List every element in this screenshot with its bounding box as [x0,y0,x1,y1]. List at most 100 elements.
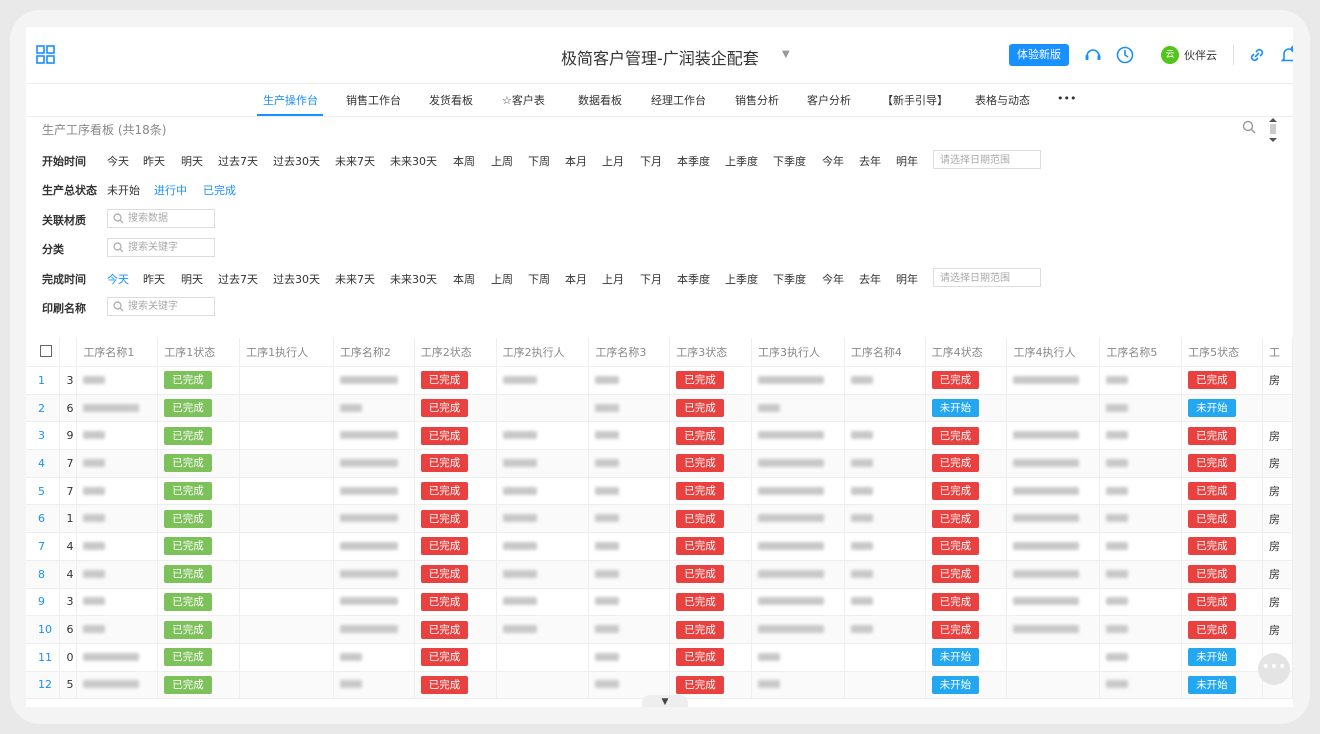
table-row[interactable]: 5 7 已完成 已完成 已完成 已完成 已完成 房 [26,477,1293,506]
finish-opt[interactable]: 今天 [107,271,129,287]
status-cell[interactable]: 已完成 [669,560,753,589]
table-cell[interactable] [496,588,590,617]
start-opt[interactable]: 下季度 [773,153,806,169]
status-cell[interactable]: 已完成 [669,504,753,534]
column-header[interactable]: 工序名称4 [844,338,926,367]
table-cell[interactable] [588,615,671,644]
table-cell[interactable] [333,588,415,617]
table-cell[interactable] [1006,588,1101,617]
finish-date-range-input[interactable]: 请选择日期范围 [933,268,1041,287]
row-number[interactable]: 5 [26,477,61,506]
start-opt[interactable]: 上周 [491,153,513,169]
table-cell[interactable] [76,615,159,644]
column-header[interactable]: 工序3执行人 [751,338,845,367]
column-header[interactable]: 工序4执行人 [1006,338,1101,367]
status-cell[interactable]: 已完成 [157,532,241,561]
status-cell[interactable]: 已完成 [157,366,241,395]
table-cell[interactable] [588,643,671,672]
table-row[interactable]: 7 4 已完成 已完成 已完成 已完成 已完成 房 [26,532,1293,561]
table-cell[interactable] [496,560,590,589]
start-opt[interactable]: 去年 [859,153,881,169]
table-cell[interactable] [333,394,415,423]
table-cell[interactable] [751,504,845,534]
tab-sales-analysis[interactable]: 销售分析 [735,92,779,108]
table-row[interactable]: 4 7 已完成 已完成 已完成 已完成 已完成 房 [26,449,1293,478]
column-header[interactable]: 工序3状态 [669,338,753,367]
table-cell[interactable] [844,394,926,423]
table-cell[interactable] [239,449,334,478]
table-cell[interactable] [239,588,334,617]
table-cell[interactable]: 房 [1262,615,1293,644]
start-opt[interactable]: 昨天 [143,153,165,169]
table-cell[interactable] [496,532,590,561]
table-cell[interactable] [1099,560,1183,589]
table-cell[interactable] [844,504,926,534]
table-cell[interactable] [496,671,590,700]
status-cell[interactable]: 已完成 [157,421,241,451]
table-cell[interactable] [333,615,415,644]
status-cell[interactable]: 已完成 [414,560,497,589]
start-opt[interactable]: 明年 [896,153,918,169]
tab-more[interactable]: ••• [1057,92,1076,105]
table-cell[interactable] [1099,366,1183,395]
status-cell[interactable]: 已完成 [1181,477,1263,506]
status-cell[interactable]: 未开始 [925,643,1008,672]
row-number[interactable]: 12 [26,671,61,700]
status-cell[interactable]: 未开始 [1181,671,1263,700]
table-cell[interactable] [496,615,590,644]
table-cell[interactable] [496,504,590,534]
status-cell[interactable]: 已完成 [669,449,753,478]
status-cell[interactable]: 已完成 [414,449,497,478]
status-cell[interactable]: 已完成 [1181,615,1263,644]
finish-opt[interactable]: 去年 [859,271,881,287]
start-opt[interactable]: 上季度 [725,153,758,169]
status-cell[interactable]: 已完成 [669,588,753,617]
table-cell[interactable] [1099,394,1183,423]
scroll-down-button[interactable]: ▼ [642,695,688,707]
start-opt[interactable]: 过去7天 [218,153,258,169]
table-cell[interactable] [333,504,415,534]
status-cell[interactable]: 已完成 [925,477,1008,506]
status-cell[interactable]: 已完成 [414,588,497,617]
table-cell[interactable] [844,477,926,506]
status-cell[interactable]: 已完成 [925,449,1008,478]
table-cell[interactable] [1099,643,1183,672]
table-cell[interactable] [751,532,845,561]
table-cell[interactable]: 房 [1262,449,1293,478]
status-cell[interactable]: 已完成 [669,394,753,423]
finish-opt[interactable]: 本月 [565,271,587,287]
row-number[interactable]: 8 [26,560,61,589]
table-cell[interactable] [1099,421,1183,451]
column-header[interactable]: 工序5状态 [1181,338,1263,367]
table-cell[interactable] [588,366,671,395]
column-header[interactable]: 工序名称3 [588,338,671,367]
table-cell[interactable] [333,643,415,672]
table-cell[interactable]: 房 [1262,588,1293,617]
table-cell[interactable] [588,449,671,478]
tab-shipping-board[interactable]: 发货看板 [429,92,473,108]
finish-opt[interactable]: 昨天 [143,271,165,287]
row-number[interactable]: 1 [26,366,61,395]
table-cell[interactable] [751,477,845,506]
finish-opt[interactable]: 今年 [822,271,844,287]
table-cell[interactable] [1006,394,1101,423]
table-cell[interactable] [333,366,415,395]
table-row[interactable]: 11 0 已完成 已完成 已完成 未开始 未开始 [26,643,1293,672]
finish-opt[interactable]: 下月 [640,271,662,287]
table-cell[interactable] [1006,504,1101,534]
table-cell[interactable] [588,560,671,589]
table-cell[interactable] [239,477,334,506]
table-cell[interactable] [76,560,159,589]
table-cell[interactable] [844,588,926,617]
status-cell[interactable]: 已完成 [925,532,1008,561]
table-cell[interactable] [1006,560,1101,589]
table-cell[interactable] [76,532,159,561]
status-cell[interactable]: 已完成 [925,504,1008,534]
status-cell[interactable]: 已完成 [414,643,497,672]
table-cell[interactable] [333,560,415,589]
finish-opt[interactable]: 上周 [491,271,513,287]
table-row[interactable]: 1 3 已完成 已完成 已完成 已完成 已完成 房 [26,366,1293,395]
table-cell[interactable] [588,421,671,451]
table-cell[interactable] [333,532,415,561]
table-cell[interactable] [1099,588,1183,617]
